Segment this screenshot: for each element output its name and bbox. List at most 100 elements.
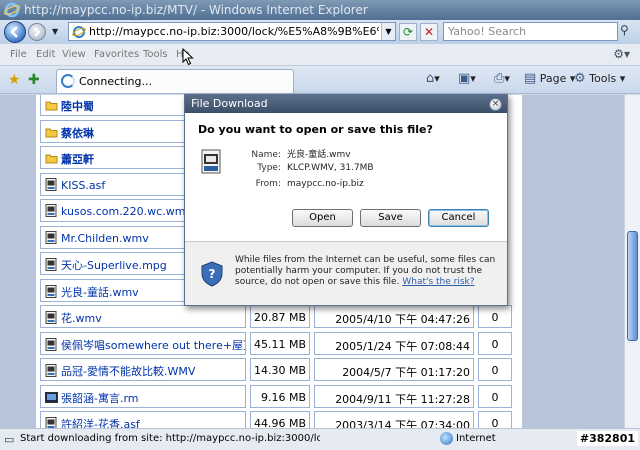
- media-file-icon: [45, 285, 58, 298]
- watermark: #382801: [576, 431, 638, 446]
- media-file-icon: [45, 338, 58, 351]
- page-menu-label: Page: [539, 72, 567, 85]
- back-arrow-icon: [10, 26, 18, 38]
- file-link[interactable]: KISS.asf: [61, 179, 105, 192]
- stop-button[interactable]: ✕: [420, 23, 438, 41]
- size-cell: 9.16 MB: [250, 385, 310, 408]
- folder-icon: [45, 99, 58, 112]
- file-type-row: Type: KLCP.WMV, 31.7MB: [239, 163, 374, 173]
- forward-button[interactable]: [28, 23, 46, 41]
- name-cell: 許紹洋-花香.asf: [40, 411, 246, 428]
- file-link[interactable]: 蔡依琳: [61, 127, 94, 140]
- count-cell: 0: [478, 411, 512, 428]
- media-file-icon: [45, 311, 58, 324]
- file-link[interactable]: Mr.Childen.wmv: [61, 232, 149, 245]
- file-link[interactable]: kusos.com.220.wc.wmv: [61, 205, 192, 218]
- forward-arrow-icon: [34, 27, 41, 37]
- media-file-icon: [45, 364, 58, 377]
- name-cell: 張韶涵-寓言.rm: [40, 385, 246, 408]
- name-label: Name:: [251, 150, 281, 160]
- save-button[interactable]: Save: [360, 209, 421, 227]
- refresh-icon: ⟳: [402, 25, 414, 39]
- back-button[interactable]: [4, 21, 26, 43]
- name-cell: 品冠-愛情不能故比較.WMV: [40, 358, 246, 381]
- menu-edit[interactable]: Edit: [36, 49, 55, 60]
- window-title: http://maypcc.no-ip.biz/MTV/ - Windows I…: [24, 3, 368, 17]
- close-icon[interactable]: ×: [489, 98, 502, 111]
- search-input[interactable]: Yahoo! Search: [443, 22, 618, 41]
- recent-pages-dropdown-icon[interactable]: ▼: [52, 27, 58, 36]
- size-cell: 14.30 MB: [250, 358, 310, 381]
- menu-tools[interactable]: Tools: [143, 49, 168, 60]
- dialog-title: File Download: [191, 97, 268, 110]
- status-bar: ▭ Start downloading from site: http://ma…: [0, 428, 640, 450]
- menu-view[interactable]: View: [62, 49, 86, 60]
- cancel-button[interactable]: Cancel: [428, 209, 489, 227]
- add-favorite-icon[interactable]: ✚: [28, 72, 40, 88]
- date-cell: 2005/4/10 下午 04:47:26: [314, 305, 474, 328]
- media-file-icon: [201, 149, 221, 174]
- media-file-icon: [45, 204, 58, 217]
- tools-gear-icon[interactable]: ⚙▾: [613, 47, 630, 61]
- open-button[interactable]: Open: [292, 209, 353, 227]
- file-link[interactable]: 張韶涵-寓言.rm: [61, 392, 139, 405]
- from-label: From:: [255, 179, 281, 189]
- security-shield-icon: ?: [201, 261, 223, 287]
- favorites-star-icon[interactable]: ★: [8, 72, 21, 88]
- gear-icon: ⚙: [574, 71, 586, 86]
- type-label: Type:: [257, 163, 281, 173]
- refresh-button[interactable]: ⟳: [399, 23, 417, 41]
- menu-favorites[interactable]: Favorites: [94, 49, 139, 60]
- print-button[interactable]: ⎙▾: [494, 71, 510, 86]
- count-cell: 0: [478, 332, 512, 355]
- ie-logo-icon: [4, 2, 20, 18]
- file-link[interactable]: 侯佩岑唱somewhere out there+屋頂.avi: [61, 339, 245, 352]
- tools-menu-button[interactable]: ⚙ Tools ▾: [574, 71, 625, 86]
- print-icon: ⎙: [494, 71, 505, 86]
- search-icon[interactable]: ⚲: [620, 23, 636, 40]
- count-cell: 0: [478, 305, 512, 328]
- page-menu-button[interactable]: ▤ Page ▾: [524, 71, 575, 86]
- whats-the-risk-link[interactable]: What's the risk?: [402, 277, 474, 287]
- tools-menu-label: Tools: [589, 72, 617, 85]
- size-cell: 44.96 MB: [250, 411, 310, 428]
- file-link[interactable]: 光良-童話.wmv: [61, 286, 139, 299]
- name-cell: 花.wmv: [40, 305, 246, 328]
- file-link[interactable]: 許紹洋-花香.asf: [61, 418, 140, 428]
- file-link[interactable]: 陸中蜀: [61, 100, 94, 113]
- menu-file[interactable]: File: [10, 49, 27, 60]
- size-cell: 20.87 MB: [250, 305, 310, 328]
- feeds-button[interactable]: ▣▾: [458, 71, 476, 86]
- file-link[interactable]: 蕭亞軒: [61, 153, 94, 166]
- dialog-question: Do you want to open or save this file?: [198, 123, 433, 136]
- file-type-value: KLCP.WMV, 31.7MB: [287, 163, 374, 173]
- folder-icon: [45, 152, 58, 165]
- file-link[interactable]: 品冠-愛情不能故比較.WMV: [61, 365, 195, 378]
- file-link[interactable]: 花.wmv: [61, 312, 102, 325]
- home-button[interactable]: ⌂▾: [426, 71, 440, 86]
- file-download-dialog: File Download × Do you want to open or s…: [184, 94, 508, 306]
- title-bar: http://maypcc.no-ip.biz/MTV/ - Windows I…: [0, 0, 640, 20]
- file-link[interactable]: 天心-Superlive.mpg: [61, 259, 167, 272]
- tab-label: Connecting...: [79, 75, 152, 88]
- file-name-value: 光良-童話.wmv: [287, 150, 351, 160]
- media-file-icon: [45, 231, 58, 244]
- stop-icon: ✕: [423, 25, 435, 39]
- date-cell: 2003/3/14 下午 07:34:00: [314, 411, 474, 428]
- security-warning: While files from the Internet can be use…: [235, 255, 497, 288]
- status-text: Start downloading from site: http://mayp…: [20, 433, 320, 444]
- tab-connecting[interactable]: Connecting...: [56, 69, 294, 93]
- vertical-scrollbar[interactable]: [624, 95, 640, 428]
- name-cell: 侯佩岑唱somewhere out there+屋頂.avi: [40, 332, 246, 355]
- address-bar[interactable]: http://maypcc.no-ip.biz:3000/lock/%E5%A8…: [68, 22, 396, 41]
- address-dropdown-icon[interactable]: ▼: [381, 23, 395, 40]
- date-cell: 2004/5/7 下午 01:17:20: [314, 358, 474, 381]
- media-file-icon: [45, 258, 58, 271]
- dialog-title-bar: File Download ×: [185, 95, 507, 113]
- date-cell: 2004/9/11 下午 11:27:28: [314, 385, 474, 408]
- address-url[interactable]: http://maypcc.no-ip.biz:3000/lock/%E5%A8…: [89, 25, 379, 38]
- media-file-icon: [45, 417, 58, 428]
- scrollbar-thumb[interactable]: [627, 231, 638, 341]
- video-file-icon: [45, 391, 58, 404]
- home-icon: ⌂: [426, 71, 435, 86]
